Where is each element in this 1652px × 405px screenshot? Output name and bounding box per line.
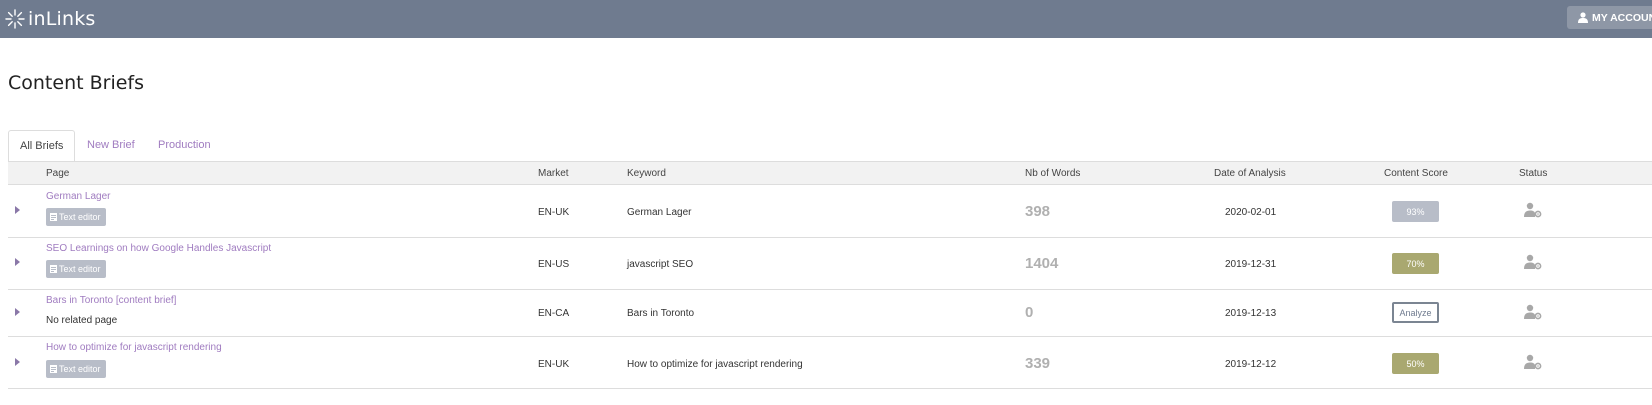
user-gear-icon[interactable]	[1524, 254, 1542, 270]
no-related-page-text: No related page	[46, 315, 118, 326]
caret-right-icon[interactable]	[15, 258, 20, 266]
header-keyword: Keyword	[627, 168, 666, 179]
my-account-button[interactable]: MY ACCOUNT	[1567, 6, 1652, 29]
text-editor-label: Text editor	[59, 264, 101, 274]
keyword-cell: Bars in Toronto	[627, 308, 695, 319]
page-link[interactable]: Bars in Toronto [content brief]	[46, 295, 176, 306]
app-logo[interactable]: inLinks	[5, 8, 96, 30]
market-cell: EN-UK	[538, 359, 570, 370]
date-cell: 2020-02-01	[1225, 207, 1277, 218]
my-account-label: MY ACCOUNT	[1592, 11, 1652, 24]
header-page: Page	[46, 168, 70, 179]
page-link[interactable]: SEO Learnings on how Google Handles Java…	[46, 243, 271, 254]
document-icon	[50, 213, 57, 221]
user-gear-icon[interactable]	[1524, 304, 1542, 320]
analyze-button[interactable]: Analyze	[1392, 302, 1439, 323]
text-editor-button[interactable]: Text editor	[46, 208, 106, 226]
date-cell: 2019-12-12	[1225, 359, 1277, 370]
caret-right-icon[interactable]	[15, 308, 20, 316]
tab-new-brief[interactable]: New Brief	[87, 130, 135, 162]
text-editor-button[interactable]: Text editor	[46, 360, 106, 378]
content-score-badge[interactable]: 50%	[1392, 353, 1439, 374]
page-title: Content Briefs	[8, 72, 145, 94]
header-status: Status	[1519, 168, 1548, 179]
tab-production[interactable]: Production	[158, 130, 211, 162]
document-icon	[50, 365, 57, 373]
document-icon	[50, 265, 57, 273]
table-row: How to optimize for javascript rendering…	[8, 337, 1652, 389]
content-score-badge[interactable]: 93%	[1392, 201, 1439, 222]
page-link[interactable]: How to optimize for javascript rendering	[46, 342, 222, 353]
text-editor-button[interactable]: Text editor	[46, 260, 106, 278]
app-logo-text: inLinks	[28, 8, 96, 30]
market-cell: EN-US	[538, 259, 570, 270]
logo-burst-icon	[5, 9, 25, 29]
content-score-badge[interactable]: 70%	[1392, 253, 1439, 274]
date-cell: 2019-12-13	[1225, 308, 1277, 319]
text-editor-label: Text editor	[59, 364, 101, 374]
keyword-cell: javascript SEO	[627, 259, 694, 270]
table-row: Bars in Toronto [content brief] No relat…	[8, 290, 1652, 337]
words-cell: 339	[1025, 355, 1051, 372]
header-score: Content Score	[1384, 168, 1448, 179]
caret-right-icon[interactable]	[15, 206, 20, 214]
header-words: Nb of Words	[1025, 168, 1081, 179]
user-gear-icon[interactable]	[1524, 202, 1542, 218]
market-cell: EN-CA	[538, 308, 570, 319]
table-row: SEO Learnings on how Google Handles Java…	[8, 238, 1652, 290]
user-icon	[1578, 12, 1588, 23]
caret-right-icon[interactable]	[15, 358, 20, 366]
header-date: Date of Analysis	[1214, 168, 1286, 179]
market-cell: EN-UK	[538, 207, 570, 218]
keyword-cell: How to optimize for javascript rendering	[627, 359, 803, 370]
briefs-table: Page Market Keyword Nb of Words Date of …	[8, 161, 1652, 389]
page-link[interactable]: German Lager	[46, 191, 110, 202]
user-gear-icon[interactable]	[1524, 354, 1542, 370]
header-market: Market	[538, 168, 569, 179]
tab-all-briefs[interactable]: All Briefs	[8, 130, 76, 162]
words-cell: 398	[1025, 203, 1051, 220]
words-cell: 0	[1025, 304, 1034, 321]
words-cell: 1404	[1025, 255, 1059, 272]
date-cell: 2019-12-31	[1225, 259, 1277, 270]
table-header: Page Market Keyword Nb of Words Date of …	[8, 162, 1652, 185]
text-editor-label: Text editor	[59, 212, 101, 222]
top-navbar: inLinks MY ACCOUNT	[0, 0, 1652, 38]
table-row: German Lager Text editor EN-UK German La…	[8, 185, 1652, 238]
keyword-cell: German Lager	[627, 207, 692, 218]
